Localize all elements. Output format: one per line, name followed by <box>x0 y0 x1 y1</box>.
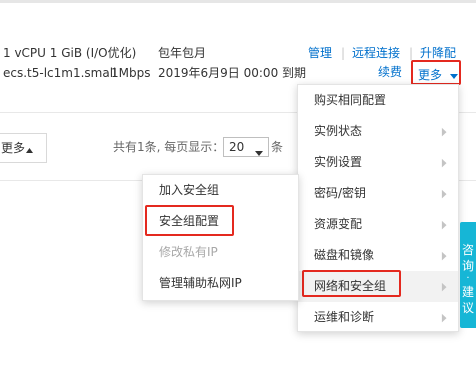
caret-down-icon <box>450 65 459 84</box>
link-separator: | <box>341 46 346 60</box>
more-actions-button[interactable]: 更多 <box>418 64 459 82</box>
consult-char: 议 <box>461 301 474 315</box>
renew-link[interactable]: 续费 <box>378 65 402 79</box>
menu-item-label: 加入安全组 <box>159 183 220 197</box>
security-submenu: 加入安全组 安全组配置 修改私有IP 管理辅助私网IP <box>142 174 299 301</box>
manage-link[interactable]: 管理 <box>308 46 332 60</box>
consult-feedback-tab[interactable]: 咨 询 · 建 议 <box>460 222 476 328</box>
menu-item-label: 磁盘和镜像 <box>314 248 375 262</box>
chevron-right-icon: ▶ <box>441 156 447 169</box>
menu-item-label: 购买相同配置 <box>314 93 387 107</box>
menu-item-label: 实例状态 <box>314 124 363 138</box>
upgrade-link[interactable]: 升降配 <box>420 46 456 60</box>
expiry-date: 2019年6月9日 00:00 到期 <box>158 66 307 80</box>
menu-item-network-security[interactable]: 网络和安全组 ▶ <box>298 271 458 302</box>
table-header-band <box>0 0 476 3</box>
pagination-total: 共有1条, 每页显示： <box>113 140 225 154</box>
caret-up-icon <box>26 135 34 163</box>
caret-down-icon <box>255 144 263 162</box>
consult-char: 建 <box>461 285 474 299</box>
chevron-right-icon: ▶ <box>441 280 447 293</box>
chevron-right-icon: ▶ <box>441 125 447 138</box>
menu-item-password-key[interactable]: 密码/密钥 ▶ <box>298 178 458 209</box>
menu-item-label: 资源变配 <box>314 217 363 231</box>
submenu-item-modify-private-ip: 修改私有IP <box>143 237 298 268</box>
pagination-unit: 条 <box>271 140 284 154</box>
link-separator: | <box>409 46 414 60</box>
menu-item-instance-status[interactable]: 实例状态 ▶ <box>298 116 458 147</box>
consult-char: 咨 <box>461 243 474 257</box>
more-actions-label: 更多 <box>418 68 443 82</box>
billing-type: 包年包月 <box>158 46 207 60</box>
menu-item-label: 安全组配置 <box>159 214 220 228</box>
menu-item-instance-settings[interactable]: 实例设置 ▶ <box>298 147 458 178</box>
page-size-value: 20 <box>229 140 245 154</box>
menu-item-label: 密码/密钥 <box>314 186 367 200</box>
submenu-item-join-security-group[interactable]: 加入安全组 <box>143 175 298 206</box>
chevron-right-icon: ▶ <box>441 311 447 324</box>
menu-item-buy-same[interactable]: 购买相同配置 <box>298 85 458 116</box>
chevron-right-icon: ▶ <box>441 187 447 200</box>
remote-connect-link[interactable]: 远程连接 <box>352 46 400 60</box>
menu-item-label: 网络和安全组 <box>314 279 387 293</box>
submenu-item-manage-secondary-ip[interactable]: 管理辅助私网IP <box>143 268 298 299</box>
more-actions-menu: 购买相同配置 实例状态 ▶ 实例设置 ▶ 密码/密钥 ▶ 资源变配 ▶ 磁盘和镜像 ▶ 网… <box>297 84 459 332</box>
menu-item-label: 修改私有IP <box>159 245 218 259</box>
chevron-right-icon: ▶ <box>441 218 447 231</box>
instance-type: ecs.t5-lc1m1.small <box>3 66 117 80</box>
menu-item-disk-image[interactable]: 磁盘和镜像 ▶ <box>298 240 458 271</box>
chevron-right-icon: ▶ <box>441 249 447 262</box>
menu-item-resource-change[interactable]: 资源变配 ▶ <box>298 209 458 240</box>
menu-item-label: 运维和诊断 <box>314 310 375 324</box>
instance-spec: 1 vCPU 1 GiB (I/O优化) <box>3 46 137 60</box>
consult-dot: · <box>466 273 470 284</box>
bulk-more-label: 更多 <box>1 141 26 155</box>
submenu-item-security-group-config[interactable]: 安全组配置 <box>143 206 298 237</box>
page-size-select[interactable]: 20 <box>223 137 269 157</box>
bulk-more-button[interactable]: 更多 <box>0 133 47 163</box>
menu-item-ops-diagnosis[interactable]: 运维和诊断 ▶ <box>298 302 458 333</box>
menu-item-label: 管理辅助私网IP <box>159 276 242 290</box>
menu-item-label: 实例设置 <box>314 155 363 169</box>
consult-char: 询 <box>461 259 474 273</box>
instance-bandwidth: 1Mbps <box>111 66 151 80</box>
